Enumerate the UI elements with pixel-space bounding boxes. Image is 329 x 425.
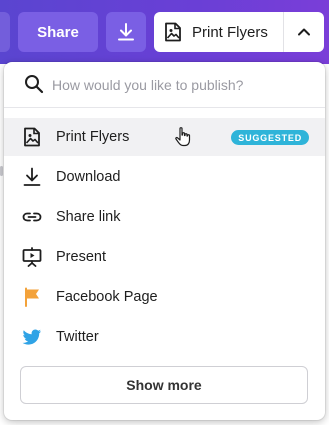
share-button[interactable]: Share	[18, 12, 98, 52]
menu-item-label: Twitter	[56, 329, 99, 345]
menu-item-label: Download	[56, 169, 121, 185]
top-toolbar: Share Print Flyers	[0, 0, 329, 64]
publish-print-flyers-button[interactable]: Print Flyers	[154, 12, 284, 52]
menu-item-share-link[interactable]: Share link	[4, 198, 325, 236]
publish-button-label: Print Flyers	[192, 23, 268, 41]
search-icon	[25, 75, 44, 94]
menu-item-label: Print Flyers	[56, 129, 130, 145]
menu-item-label: Facebook Page	[56, 289, 158, 305]
download-icon	[23, 167, 41, 186]
publish-search-input[interactable]	[52, 72, 312, 98]
print-flyers-icon	[165, 22, 181, 42]
show-more-button[interactable]: Show more	[20, 366, 308, 404]
present-icon	[22, 247, 42, 267]
link-icon	[22, 212, 42, 222]
menu-item-download[interactable]: Download	[4, 158, 325, 196]
background-edge-mark	[0, 166, 3, 176]
menu-item-print-flyers[interactable]: Print Flyers SUGGESTED	[4, 118, 325, 156]
print-flyers-icon	[24, 127, 40, 147]
suggested-badge: SUGGESTED	[231, 130, 309, 145]
toolbar-left-button-edge[interactable]	[0, 12, 10, 52]
publish-search-bar	[4, 62, 325, 108]
facebook-flag-icon	[25, 287, 39, 307]
menu-item-label: Present	[56, 249, 106, 265]
publish-dropdown-panel: Print Flyers SUGGESTED Download Share li…	[4, 62, 325, 420]
chevron-up-icon	[298, 28, 310, 36]
menu-item-present[interactable]: Present	[4, 238, 325, 276]
download-button[interactable]	[106, 12, 146, 52]
hand-pointer-cursor-icon	[175, 127, 191, 147]
twitter-bird-icon	[22, 329, 41, 345]
publish-menu-toggle[interactable]	[284, 12, 324, 52]
menu-item-label: Share link	[56, 209, 121, 225]
menu-item-twitter[interactable]: Twitter	[4, 318, 325, 356]
menu-item-facebook-page[interactable]: Facebook Page	[4, 278, 325, 316]
publish-split-button: Print Flyers	[154, 12, 324, 52]
download-icon	[118, 23, 134, 41]
